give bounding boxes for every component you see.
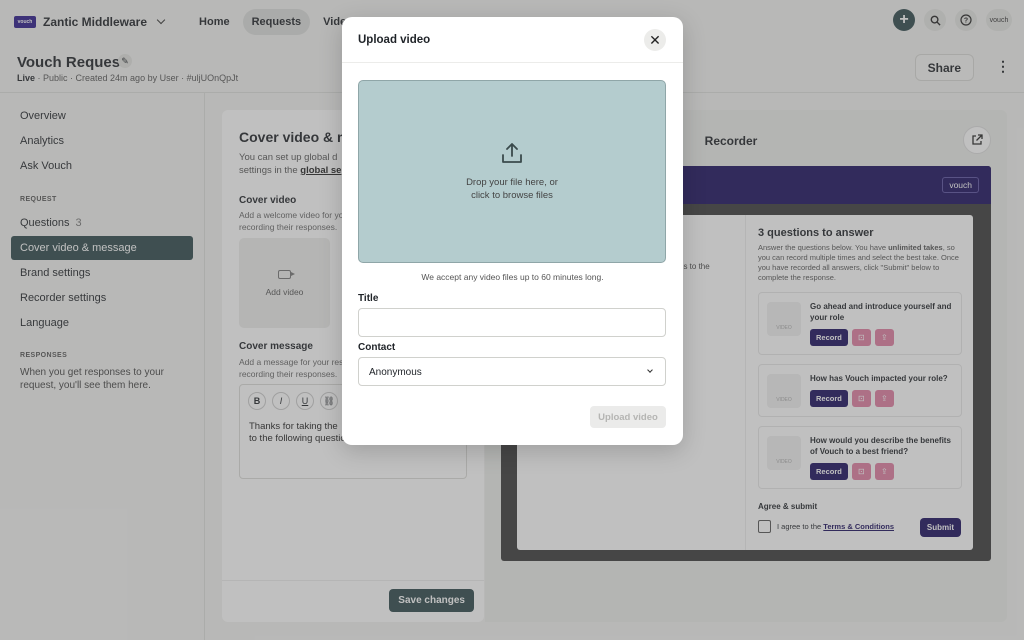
title-input[interactable]	[358, 308, 666, 337]
upload-video-button[interactable]: Upload video	[590, 406, 666, 428]
upload-icon	[502, 143, 522, 163]
chevron-down-icon	[647, 367, 653, 373]
file-dropzone[interactable]: Drop your file here, or click to browse …	[358, 80, 666, 263]
contact-select[interactable]: Anonymous	[358, 357, 666, 386]
file-requirements-note: We accept any video files up to 60 minut…	[421, 272, 604, 282]
upload-video-modal: Upload video ✕ Drop your file here, or c…	[342, 17, 683, 445]
dropzone-text: Drop your file here, or click to browse …	[466, 177, 558, 201]
modal-header: Upload video ✕	[342, 17, 683, 63]
close-icon[interactable]: ✕	[644, 29, 666, 51]
modal-title: Upload video	[358, 34, 431, 46]
contact-label: Contact	[358, 342, 396, 353]
contact-selected-value: Anonymous	[369, 367, 422, 378]
title-label: Title	[358, 293, 379, 304]
